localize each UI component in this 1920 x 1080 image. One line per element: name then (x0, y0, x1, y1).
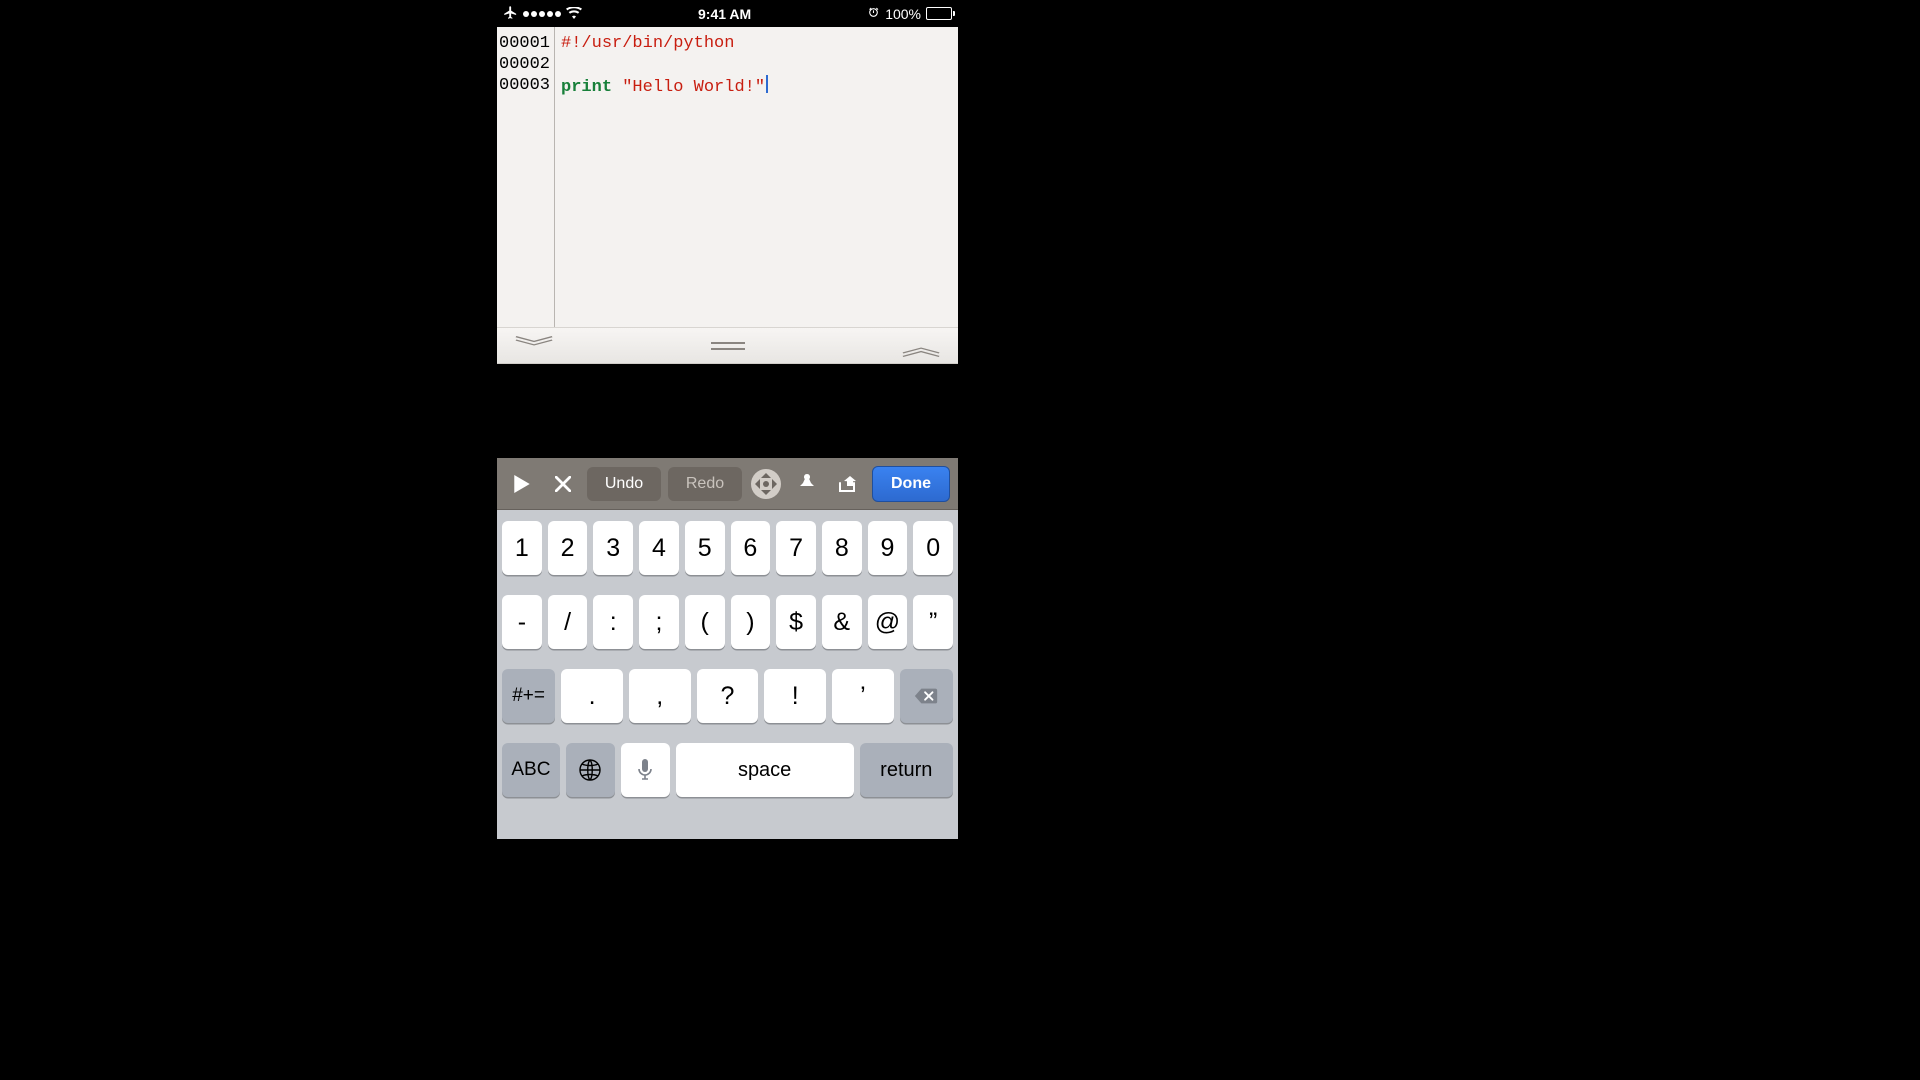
pin-button[interactable] (790, 467, 824, 501)
keyboard-row-1: 1 2 3 4 5 6 7 8 9 0 (502, 521, 953, 575)
key-semicolon[interactable]: ; (639, 595, 679, 649)
status-bar: 9:41 AM 100% (497, 0, 958, 27)
chevron-double-up-icon[interactable]: ︽ (901, 330, 941, 362)
move-icon (751, 469, 781, 499)
key-9[interactable]: 9 (868, 521, 908, 575)
move-cursor-button[interactable] (749, 467, 783, 501)
key-dash[interactable]: - (502, 595, 542, 649)
editor-handlebar: ︾ ︽ (497, 327, 958, 364)
keyboard: 1 2 3 4 5 6 7 8 9 0 - / : ; ( ) $ & @ ” … (497, 510, 958, 839)
clock: 9:41 AM (582, 6, 867, 22)
key-exclaim[interactable]: ! (764, 669, 826, 723)
key-at[interactable]: @ (868, 595, 908, 649)
key-slash[interactable]: / (548, 595, 588, 649)
key-question[interactable]: ? (697, 669, 759, 723)
airplane-mode-icon (503, 5, 518, 23)
background-gap (497, 364, 958, 458)
play-button[interactable] (505, 467, 539, 501)
keyboard-row-2: - / : ; ( ) $ & @ ” (502, 595, 953, 649)
key-period[interactable]: . (561, 669, 623, 723)
key-8[interactable]: 8 (822, 521, 862, 575)
code-string: "Hello World!" (622, 78, 765, 97)
key-colon[interactable]: : (593, 595, 633, 649)
done-button[interactable]: Done (872, 466, 950, 502)
key-apostrophe[interactable]: ’ (832, 669, 894, 723)
key-ampersand[interactable]: & (822, 595, 862, 649)
mic-icon (637, 758, 653, 782)
line-number-gutter: 00001 00002 00003 (497, 27, 555, 327)
key-5[interactable]: 5 (685, 521, 725, 575)
key-return[interactable]: return (860, 743, 953, 797)
key-3[interactable]: 3 (593, 521, 633, 575)
key-abc-toggle[interactable]: ABC (502, 743, 560, 797)
key-7[interactable]: 7 (776, 521, 816, 575)
code-shebang: #!/usr/bin/python (561, 34, 734, 53)
status-right: 100% (867, 6, 952, 22)
key-globe[interactable] (566, 743, 615, 797)
editor-toolbar: Undo Redo Done (497, 458, 958, 510)
key-paren-open[interactable]: ( (685, 595, 725, 649)
key-1[interactable]: 1 (502, 521, 542, 575)
battery-icon (926, 7, 952, 20)
key-6[interactable]: 6 (731, 521, 771, 575)
key-comma[interactable]: , (629, 669, 691, 723)
key-delete[interactable] (900, 669, 953, 723)
status-left (503, 5, 582, 23)
redo-button[interactable]: Redo (668, 467, 742, 501)
code-content[interactable]: #!/usr/bin/python print "Hello World!" (555, 27, 768, 327)
undo-button[interactable]: Undo (587, 467, 661, 501)
share-button[interactable] (831, 467, 865, 501)
key-space[interactable]: space (676, 743, 854, 797)
keyboard-row-4: ABC space return (502, 743, 953, 797)
key-0[interactable]: 0 (913, 521, 953, 575)
key-4[interactable]: 4 (639, 521, 679, 575)
phone-frame: 9:41 AM 100% 00001 00002 00003 #!/usr/bi… (497, 0, 958, 820)
chevron-double-down-icon[interactable]: ︾ (514, 330, 554, 362)
key-2[interactable]: 2 (548, 521, 588, 575)
text-cursor (766, 75, 768, 93)
key-symbols-toggle[interactable]: #+= (502, 669, 555, 723)
key-dictation[interactable] (621, 743, 670, 797)
key-quote[interactable]: ” (913, 595, 953, 649)
code-keyword-print: print (561, 78, 612, 97)
close-button[interactable] (546, 467, 580, 501)
key-paren-close[interactable]: ) (731, 595, 771, 649)
drag-handle-icon[interactable] (711, 342, 745, 350)
code-editor[interactable]: 00001 00002 00003 #!/usr/bin/python prin… (497, 27, 958, 327)
keyboard-row-3: #+= . , ? ! ’ (502, 669, 953, 723)
delete-icon (913, 686, 939, 706)
signal-strength-icon (523, 11, 561, 17)
key-dollar[interactable]: $ (776, 595, 816, 649)
globe-icon (578, 758, 602, 782)
battery-percentage: 100% (885, 6, 921, 22)
alarm-icon (867, 6, 880, 22)
wifi-icon (566, 6, 582, 22)
